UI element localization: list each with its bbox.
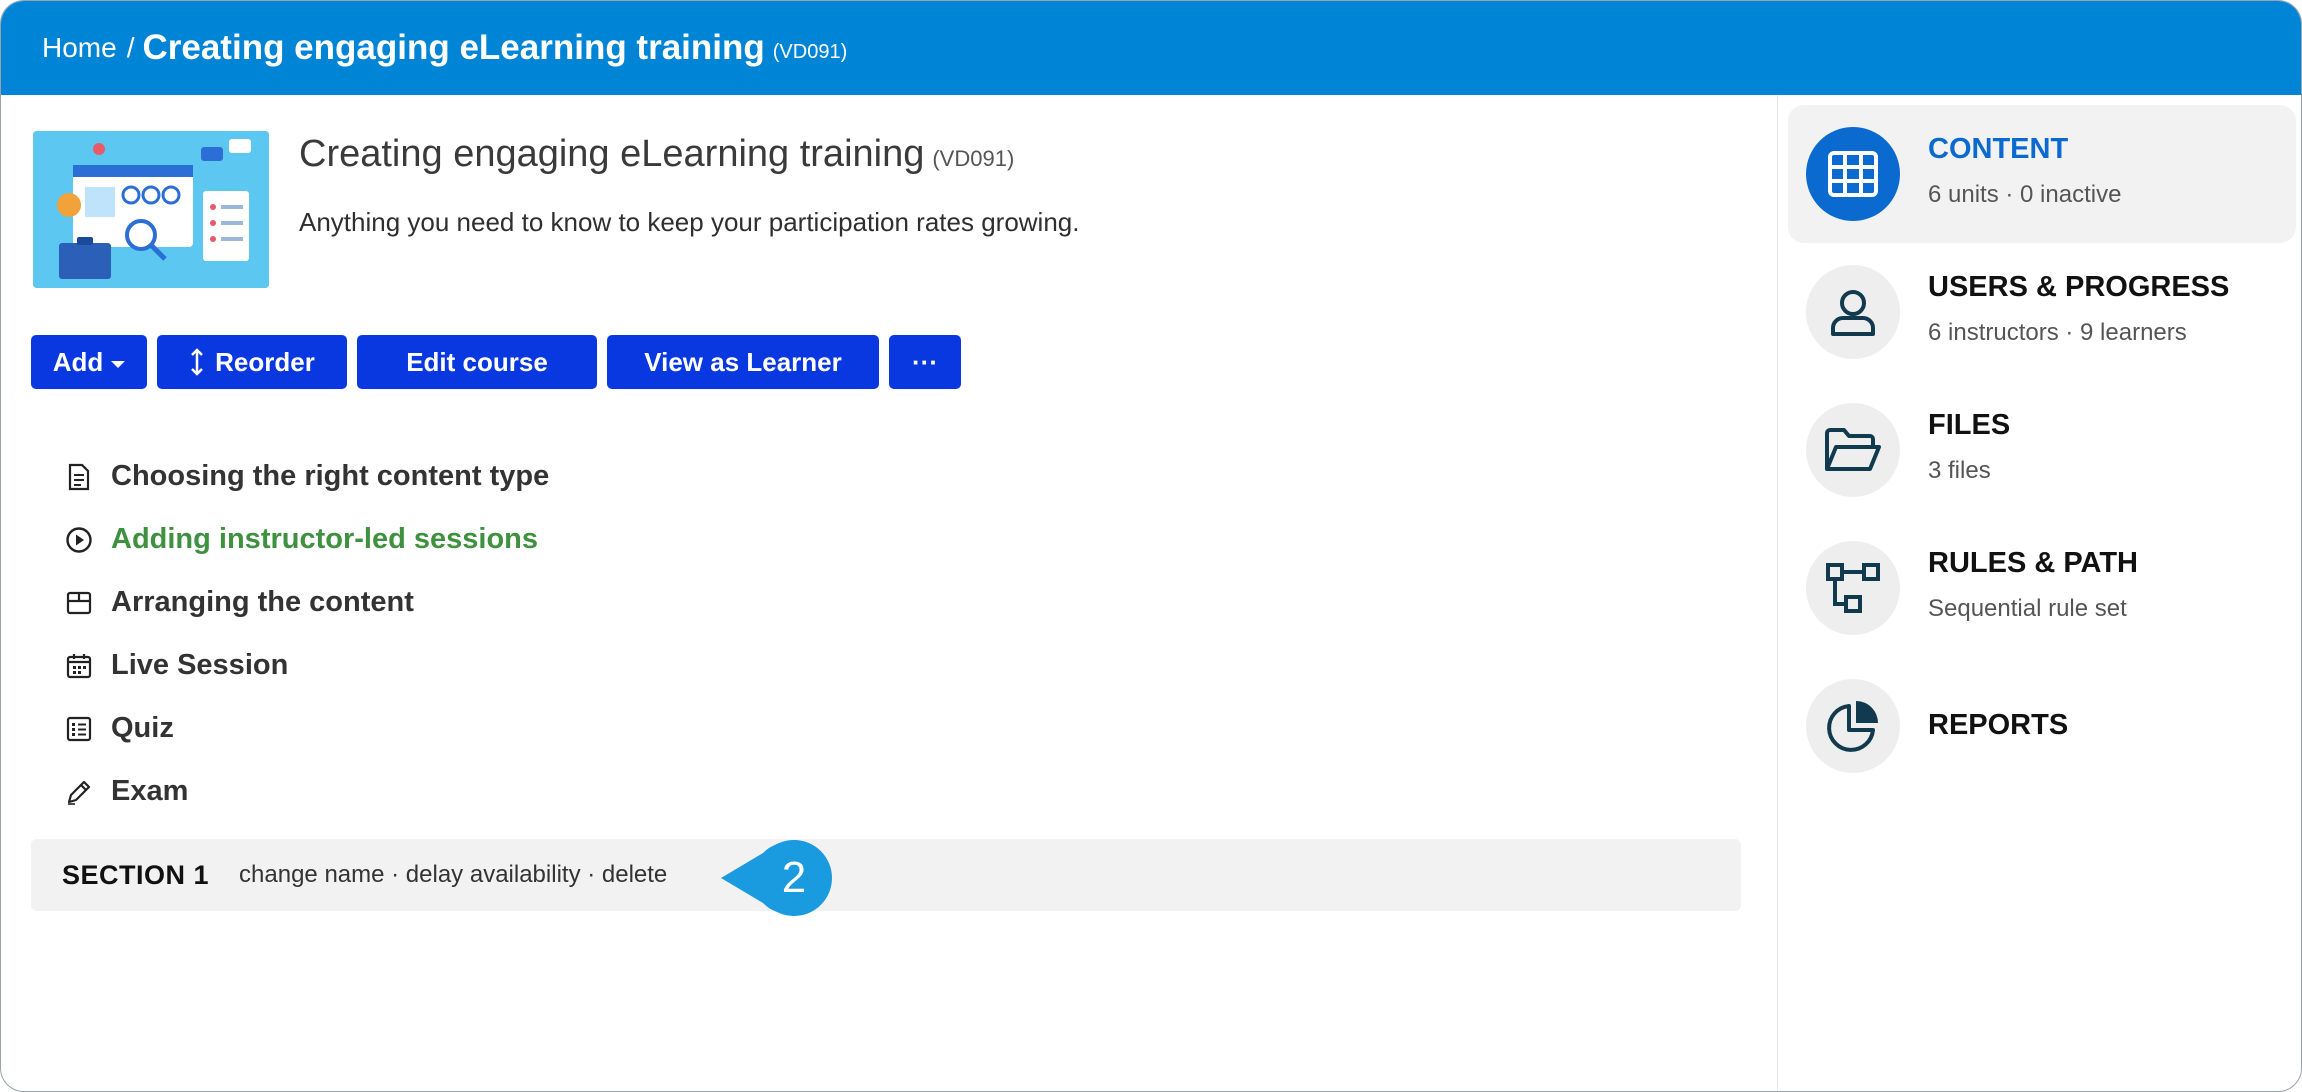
nav-title: USERS & PROGRESS <box>1928 271 2230 303</box>
nav-icon-circle <box>1806 265 1900 359</box>
edit-course-button-label: Edit course <box>406 346 548 377</box>
nav-title: REPORTS <box>1928 709 2069 741</box>
add-button-label: Add <box>52 346 104 377</box>
nav-title: FILES <box>1928 409 2011 441</box>
folder-icon <box>1825 428 1881 471</box>
nav-subtitle: Sequential rule set <box>1928 595 2127 622</box>
nav-title: RULES & PATH <box>1928 547 2138 579</box>
flow-icon <box>1826 563 1880 613</box>
app-window: Home / Creating engaging eLearning train… <box>0 0 2302 1092</box>
nav-subtitle: 6 units · 0 inactive <box>1928 181 2122 208</box>
pencil-icon <box>63 776 95 808</box>
nav-icon-circle <box>1806 679 1900 773</box>
course-main: Creating engaging eLearning training (VD… <box>1 95 1777 1091</box>
breadcrumb-course-code: (VD091) <box>772 40 848 63</box>
course-toolbar: Add Reorder Edit course View as Learner … <box>31 335 961 389</box>
nav-icon-circle <box>1806 127 1900 221</box>
grid-icon <box>1828 151 1878 197</box>
course-description: Anything you need to know to keep your p… <box>299 207 1080 237</box>
list-item[interactable]: Adding instructor-led sessions <box>63 508 549 571</box>
callout-number: 2 <box>781 853 807 902</box>
sidebar-item-users-progress[interactable]: USERS & PROGRESS 6 instructors · 9 learn… <box>1788 243 2296 381</box>
reorder-button[interactable]: Reorder <box>157 335 347 389</box>
list-item[interactable]: Choosing the right content type <box>63 445 549 508</box>
box-icon <box>63 587 95 619</box>
course-illustration-icon <box>33 131 269 288</box>
breadcrumb: Home / Creating engaging eLearning train… <box>1 1 2301 95</box>
breadcrumb-home-link[interactable]: Home <box>42 32 117 64</box>
add-button[interactable]: Add <box>31 335 147 389</box>
sidebar-item-content[interactable]: CONTENT 6 units · 0 inactive <box>1788 105 2296 243</box>
nav-subtitle: 6 instructors · 9 learners <box>1928 319 2187 346</box>
play-circle-icon <box>63 524 95 556</box>
unit-label: Quiz <box>111 712 174 744</box>
vertical-arrows-icon <box>191 348 204 376</box>
list-item[interactable]: Live Session <box>63 634 549 697</box>
user-icon <box>1831 290 1875 336</box>
unit-label: Adding instructor-led sessions <box>111 523 538 555</box>
unit-list: Choosing the right content type Adding i… <box>63 445 549 823</box>
reorder-button-label: Reorder <box>215 346 315 377</box>
more-options-button[interactable]: ··· <box>889 335 961 389</box>
caret-down-icon <box>111 360 126 368</box>
step-callout-badge: 2 <box>719 839 839 917</box>
course-title-row: Creating engaging eLearning training (VD… <box>299 133 1014 176</box>
course-thumbnail <box>33 131 269 288</box>
course-title: Creating engaging eLearning training <box>299 133 925 175</box>
breadcrumb-current: Creating engaging eLearning training <box>142 28 765 67</box>
list-item[interactable]: Exam <box>63 760 549 823</box>
nav-title: CONTENT <box>1928 133 2069 165</box>
list-item[interactable]: Quiz <box>63 697 549 760</box>
pie-chart-icon <box>1827 701 1878 752</box>
calendar-icon <box>63 650 95 682</box>
nav-icon-circle <box>1806 541 1900 635</box>
sidebar-item-files[interactable]: FILES 3 files <box>1788 381 2296 519</box>
view-as-learner-button[interactable]: View as Learner <box>607 335 879 389</box>
breadcrumb-separator: / <box>126 32 135 63</box>
edit-course-button[interactable]: Edit course <box>357 335 597 389</box>
nav-subtitle: 3 files <box>1928 457 1991 484</box>
nav-icon-circle <box>1806 403 1900 497</box>
section-actions-links[interactable]: change name · delay availability · delet… <box>239 861 667 889</box>
more-options-icon: ··· <box>912 346 938 377</box>
unit-label: Live Session <box>111 649 289 681</box>
unit-label: Exam <box>111 775 189 807</box>
section-name: SECTION 1 <box>62 859 210 890</box>
document-icon <box>63 461 95 493</box>
unit-label: Choosing the right content type <box>111 460 550 492</box>
course-code: (VD091) <box>932 146 1015 171</box>
section-header: SECTION 1 change name · delay availabili… <box>31 839 1741 911</box>
sidebar-item-rules-path[interactable]: RULES & PATH Sequential rule set <box>1788 519 2296 657</box>
view-as-learner-button-label: View as Learner <box>644 346 842 377</box>
unit-label: Arranging the content <box>111 586 414 618</box>
list-item[interactable]: Arranging the content <box>63 571 549 634</box>
course-sidebar: CONTENT 6 units · 0 inactive USERS & PRO… <box>1777 95 2301 1091</box>
sidebar-item-reports[interactable]: REPORTS <box>1788 657 2296 795</box>
checklist-icon <box>63 713 95 745</box>
